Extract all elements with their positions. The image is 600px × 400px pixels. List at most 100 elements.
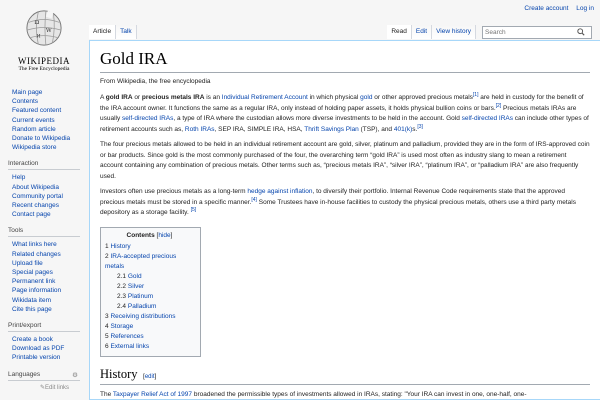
svg-text:W: W	[46, 28, 52, 34]
link-gold[interactable]: gold	[360, 94, 372, 101]
tab-edit[interactable]: Edit	[411, 25, 433, 39]
sidebar-item-help[interactable]: Help	[12, 174, 25, 181]
toc-item-number: 1	[105, 242, 109, 250]
search-box[interactable]	[482, 25, 592, 39]
link-thrift-savings-plan[interactable]: Thrift Savings Plan	[304, 126, 359, 133]
tab-edit-label[interactable]: Edit	[416, 28, 427, 35]
sidebar-item-main-page[interactable]: Main page	[12, 89, 42, 96]
toc-item-link[interactable]: 1 History	[105, 243, 131, 250]
edit-links[interactable]: ✎Edit links	[40, 384, 88, 391]
tab-history[interactable]: View history	[432, 25, 476, 39]
toc-item[interactable]: 6 External links	[105, 342, 194, 352]
sidebar-item-wikidata-item[interactable]: Wikidata item	[12, 297, 51, 304]
toc-item-link[interactable]: 4 Storage	[105, 323, 133, 330]
toc-item[interactable]: 2 IRA-accepted precious metals	[105, 252, 194, 272]
tab-article[interactable]: Article	[89, 25, 117, 39]
puzzle-globe-icon: Ω W И	[26, 10, 62, 46]
history-paragraph: The Taxpayer Relief Act of 1997 broadene…	[100, 390, 527, 398]
sidebar-item-store[interactable]: Wikipedia store	[12, 144, 56, 151]
toc-item[interactable]: 5 References	[105, 332, 194, 342]
toc-item-number: 2	[105, 252, 109, 260]
sidebar-item-contact[interactable]: Contact page	[12, 211, 51, 218]
sidebar-languages: Languages ⚙ ✎Edit links	[0, 371, 88, 391]
sidebar-heading-tools: Tools	[8, 227, 80, 238]
toc-item-link[interactable]: 5 References	[105, 333, 144, 340]
link-self-directed-ira[interactable]: self-directed IRAs	[122, 115, 173, 122]
edit-links-label[interactable]: Edit links	[45, 385, 69, 391]
tab-article-label[interactable]: Article	[93, 28, 111, 35]
toc-item[interactable]: 2.1 Gold	[105, 272, 194, 282]
toc-item[interactable]: 2.2 Silver	[105, 282, 194, 292]
toc-item[interactable]: 2.4 Palladium	[105, 302, 194, 312]
sidebar-item-related-changes[interactable]: Related changes	[12, 251, 61, 258]
toc-item[interactable]: 4 Storage	[105, 322, 194, 332]
sidebar-item-donate[interactable]: Donate to Wikipedia	[12, 135, 70, 142]
tab-read[interactable]: Read	[387, 25, 412, 39]
sidebar-item-create-book[interactable]: Create a book	[12, 336, 53, 343]
link-roth-iras[interactable]: Roth IRAs	[185, 126, 215, 133]
toc-item[interactable]: 1 History	[105, 242, 194, 252]
sidebar-item-permanent-link[interactable]: Permanent link	[12, 278, 55, 285]
site-sub: From Wikipedia, the free encyclopedia	[100, 78, 211, 85]
toc-heading: Contents	[126, 231, 155, 239]
reference-5[interactable]: [5]	[191, 207, 197, 213]
toc-item-label: Storage	[110, 322, 134, 330]
link-self-directed-iras[interactable]: self-directed IRAs	[462, 115, 513, 122]
toc-item-link[interactable]: 3 Receiving distributions	[105, 313, 175, 320]
link-taxpayer-relief-act[interactable]: Taxpayer Relief Act of 1997	[113, 391, 192, 398]
link-hedge-against-inflation[interactable]: hedge against inflation	[247, 188, 312, 195]
paragraph-four-metals: The four precious metals allowed to be h…	[100, 141, 590, 180]
log-in-link[interactable]: Log in	[576, 5, 594, 12]
gear-icon[interactable]: ⚙	[72, 371, 78, 379]
search-icon[interactable]	[577, 28, 585, 36]
sidebar-item-featured-content[interactable]: Featured content	[12, 107, 61, 114]
toc-title: Contents [hide]	[126, 231, 173, 239]
toc-item-link[interactable]: 2.3 Platinum	[117, 293, 153, 300]
link-individual-retirement-account[interactable]: Individual Retirement Account	[222, 94, 308, 101]
toc-item-label: Receiving distributions	[110, 312, 176, 320]
tab-read-label[interactable]: Read	[391, 28, 407, 35]
sidebar-navigation: Main page Contents Featured content Curr…	[0, 88, 88, 152]
tab-history-label[interactable]: View history	[436, 28, 471, 35]
toc-item[interactable]: 3 Receiving distributions	[105, 312, 194, 322]
sidebar-item-community-portal[interactable]: Community portal	[12, 193, 63, 200]
sidebar-item-cite-page[interactable]: Cite this page	[12, 306, 52, 313]
toc-item-number: 4	[105, 322, 109, 330]
toc-item-number: 2.1	[117, 272, 127, 280]
sidebar-item-recent-changes[interactable]: Recent changes	[12, 202, 59, 209]
sidebar-tools: Tools What links here Related changes Up…	[0, 227, 88, 314]
reference-3[interactable]: [3]	[417, 123, 423, 129]
sidebar-print: Print/export Create a book Download as P…	[0, 322, 88, 363]
tab-talk[interactable]: Talk	[116, 25, 137, 39]
toc-hide-link[interactable]: hide	[158, 232, 170, 239]
section-heading-history: History [edit]	[100, 367, 590, 385]
sidebar-item-download-pdf[interactable]: Download as PDF	[12, 345, 64, 352]
link-401k[interactable]: 401(k)	[394, 126, 412, 133]
toc-item-link[interactable]: 6 External links	[105, 343, 149, 350]
history-edit-link[interactable]: edit	[145, 374, 155, 380]
wikipedia-logo[interactable]: Ω W И WIKIPEDIA The Free Encyclopedia	[8, 8, 80, 80]
toc-list: 1 History 2 IRA-accepted precious metals 2…	[105, 242, 194, 352]
toc-item[interactable]: 2.3 Platinum	[105, 292, 194, 302]
sidebar-item-page-information[interactable]: Page information	[12, 287, 61, 294]
toc-item-number: 2.3	[117, 292, 127, 300]
sidebar-item-current-events[interactable]: Current events	[12, 117, 55, 124]
table-of-contents: Contents [hide] 1 History 2 IRA-accepted …	[100, 226, 201, 357]
toc-item-link[interactable]: 2 IRA-accepted precious metals	[105, 253, 176, 270]
search-input[interactable]	[485, 28, 577, 36]
toc-item-label: External links	[110, 342, 150, 350]
toc-item-link[interactable]: 2.2 Silver	[117, 283, 144, 290]
sidebar-item-what-links-here[interactable]: What links here	[12, 241, 57, 248]
tab-talk-label[interactable]: Talk	[120, 28, 132, 35]
svg-text:Ω: Ω	[35, 20, 40, 26]
sidebar-item-printable-version[interactable]: Printable version	[12, 354, 60, 361]
sidebar-item-upload-file[interactable]: Upload file	[12, 260, 43, 267]
sidebar-item-contents[interactable]: Contents	[12, 98, 38, 105]
create-account-link[interactable]: Create account	[524, 5, 568, 12]
sidebar-item-random-article[interactable]: Random article	[12, 126, 56, 133]
sidebar-item-about[interactable]: About Wikipedia	[12, 184, 59, 191]
sidebar-item-special-pages[interactable]: Special pages	[12, 269, 53, 276]
toc-item-label: Silver	[127, 282, 145, 290]
toc-item-link[interactable]: 2.1 Gold	[117, 273, 142, 280]
toc-item-link[interactable]: 2.4 Palladium	[117, 303, 156, 310]
